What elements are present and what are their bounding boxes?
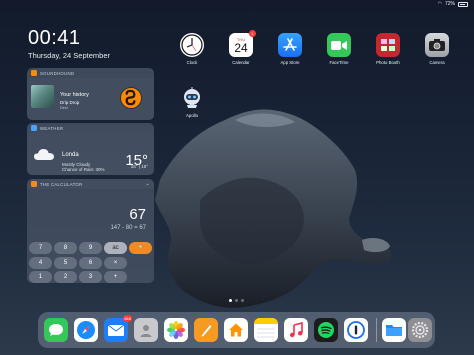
chevron-down-icon[interactable]: ⌄ <box>146 181 151 187</box>
photos-icon[interactable] <box>164 318 188 342</box>
key-7[interactable]: 7 <box>29 242 52 254</box>
key-6[interactable]: 6 <box>79 256 102 269</box>
widget-header: WEATHER <box>27 123 154 133</box>
app-apollo[interactable]: Apollo <box>180 86 204 118</box>
clock-icon <box>180 33 204 57</box>
soundhound-icon <box>31 70 37 76</box>
soundhound-listen-button[interactable] <box>120 87 142 109</box>
key-9[interactable]: 9 <box>79 242 102 254</box>
app-label: Calendar <box>232 60 250 65</box>
app-label: Camera <box>429 60 445 65</box>
widget-header: SOUNDHOUND <box>27 68 154 78</box>
app-label: FaceTime <box>329 60 349 65</box>
widget-header: THE CALCULATOR ⌄ <box>27 179 154 189</box>
calculator-app-icon <box>31 181 37 187</box>
page-dot <box>235 299 238 302</box>
page-dot <box>241 299 244 302</box>
clock-time: 00:41 <box>28 27 81 49</box>
mail-badge: 668 <box>123 315 132 322</box>
key-2[interactable]: 2 <box>54 271 77 283</box>
app-label: Apollo <box>186 113 198 118</box>
soundhound-logo-icon <box>125 89 136 106</box>
calculator-body: 67 147 - 80 = 67 7 8 9 ac ÷ 4 5 6 × 1 2 … <box>27 189 154 283</box>
weather-widget[interactable]: WEATHER Londa Mostly Cloudy Chance of Ra… <box>27 123 154 175</box>
key-multiply[interactable]: × <box>104 256 127 269</box>
app-camera[interactable]: Camera <box>425 33 449 65</box>
facetime-icon <box>327 33 351 57</box>
app-facetime[interactable]: FaceTime <box>327 33 351 65</box>
song-title[interactable]: Drip Drop <box>60 100 79 105</box>
dock: 668 <box>38 312 435 348</box>
page-dot <box>229 299 232 302</box>
apollo-icon <box>180 86 204 110</box>
weather-body: Londa Mostly Cloudy Chance of Rain: 30% … <box>27 133 154 175</box>
safari-icon[interactable] <box>74 318 98 342</box>
key-clear[interactable]: ac <box>104 242 127 254</box>
app-clock[interactable]: Clock <box>180 33 204 65</box>
key-divide[interactable]: ÷ <box>129 242 152 254</box>
messages-icon[interactable] <box>44 318 68 342</box>
mail-icon[interactable]: 668 <box>104 315 132 342</box>
history-title: Your history <box>60 92 89 98</box>
camera-icon <box>425 33 449 57</box>
settings-icon[interactable] <box>408 318 432 342</box>
key-blank <box>129 271 152 283</box>
key-8[interactable]: 8 <box>54 242 77 254</box>
status-bar: ◠ 72% <box>438 1 468 7</box>
key-1[interactable]: 1 <box>29 271 52 283</box>
calendar-date: 24 <box>234 40 248 55</box>
battery-percent: 72% <box>444 1 455 7</box>
cloud-icon <box>34 149 54 160</box>
app-label: Clock <box>186 60 198 65</box>
files-icon[interactable] <box>382 318 406 342</box>
pages-icon[interactable] <box>194 318 218 342</box>
song-artist: Dexi <box>60 106 68 110</box>
app-calendar[interactable]: THU 24 1 Calendar <box>229 30 256 65</box>
album-art <box>31 85 54 108</box>
page-indicator[interactable] <box>229 299 244 302</box>
key-blank <box>129 257 152 269</box>
calculator-expression: 147 - 80 = 67 <box>110 225 146 231</box>
notes-icon[interactable] <box>254 318 278 342</box>
widget-title: THE CALCULATOR <box>40 181 83 187</box>
app-store-icon <box>278 33 302 57</box>
key-plus[interactable]: + <box>104 271 127 283</box>
app-label: App Store <box>280 60 300 65</box>
key-5[interactable]: 5 <box>54 256 77 269</box>
widget-title: SOUNDHOUND <box>40 70 75 76</box>
battery-icon <box>458 1 468 7</box>
key-4[interactable]: 4 <box>29 256 52 269</box>
weather-app-icon <box>31 125 37 131</box>
dock-divider <box>376 318 377 342</box>
calculator-keypad: 7 8 9 ac ÷ 4 5 6 × 1 2 3 + 0 . = − <box>29 242 152 283</box>
weather-range: 15° | 15° <box>130 164 148 169</box>
music-icon[interactable] <box>284 318 308 342</box>
calculator-display: 67 <box>129 206 146 223</box>
photo-booth-icon <box>376 33 400 57</box>
1password-icon[interactable] <box>344 318 368 342</box>
contacts-icon[interactable] <box>134 318 158 342</box>
wifi-icon: ◠ <box>437 1 442 7</box>
calculator-widget[interactable]: THE CALCULATOR ⌄ 67 147 - 80 = 67 7 8 9 … <box>27 179 154 283</box>
app-label: Photo Booth <box>376 60 400 65</box>
weather-city: Londa <box>62 152 79 158</box>
app-app-store[interactable]: App Store <box>278 33 302 65</box>
weather-rain-chance: Chance of Rain: 30% <box>62 167 105 172</box>
spotify-icon[interactable] <box>314 318 338 342</box>
key-3[interactable]: 3 <box>79 271 102 283</box>
widget-title: WEATHER <box>40 125 64 131</box>
clock-date: Thursday, 24 September <box>28 51 110 60</box>
calendar-icon: THU 24 <box>229 33 253 57</box>
home-icon[interactable] <box>224 318 248 342</box>
notification-badge: 1 <box>249 30 256 37</box>
app-photo-booth[interactable]: Photo Booth <box>376 33 400 65</box>
